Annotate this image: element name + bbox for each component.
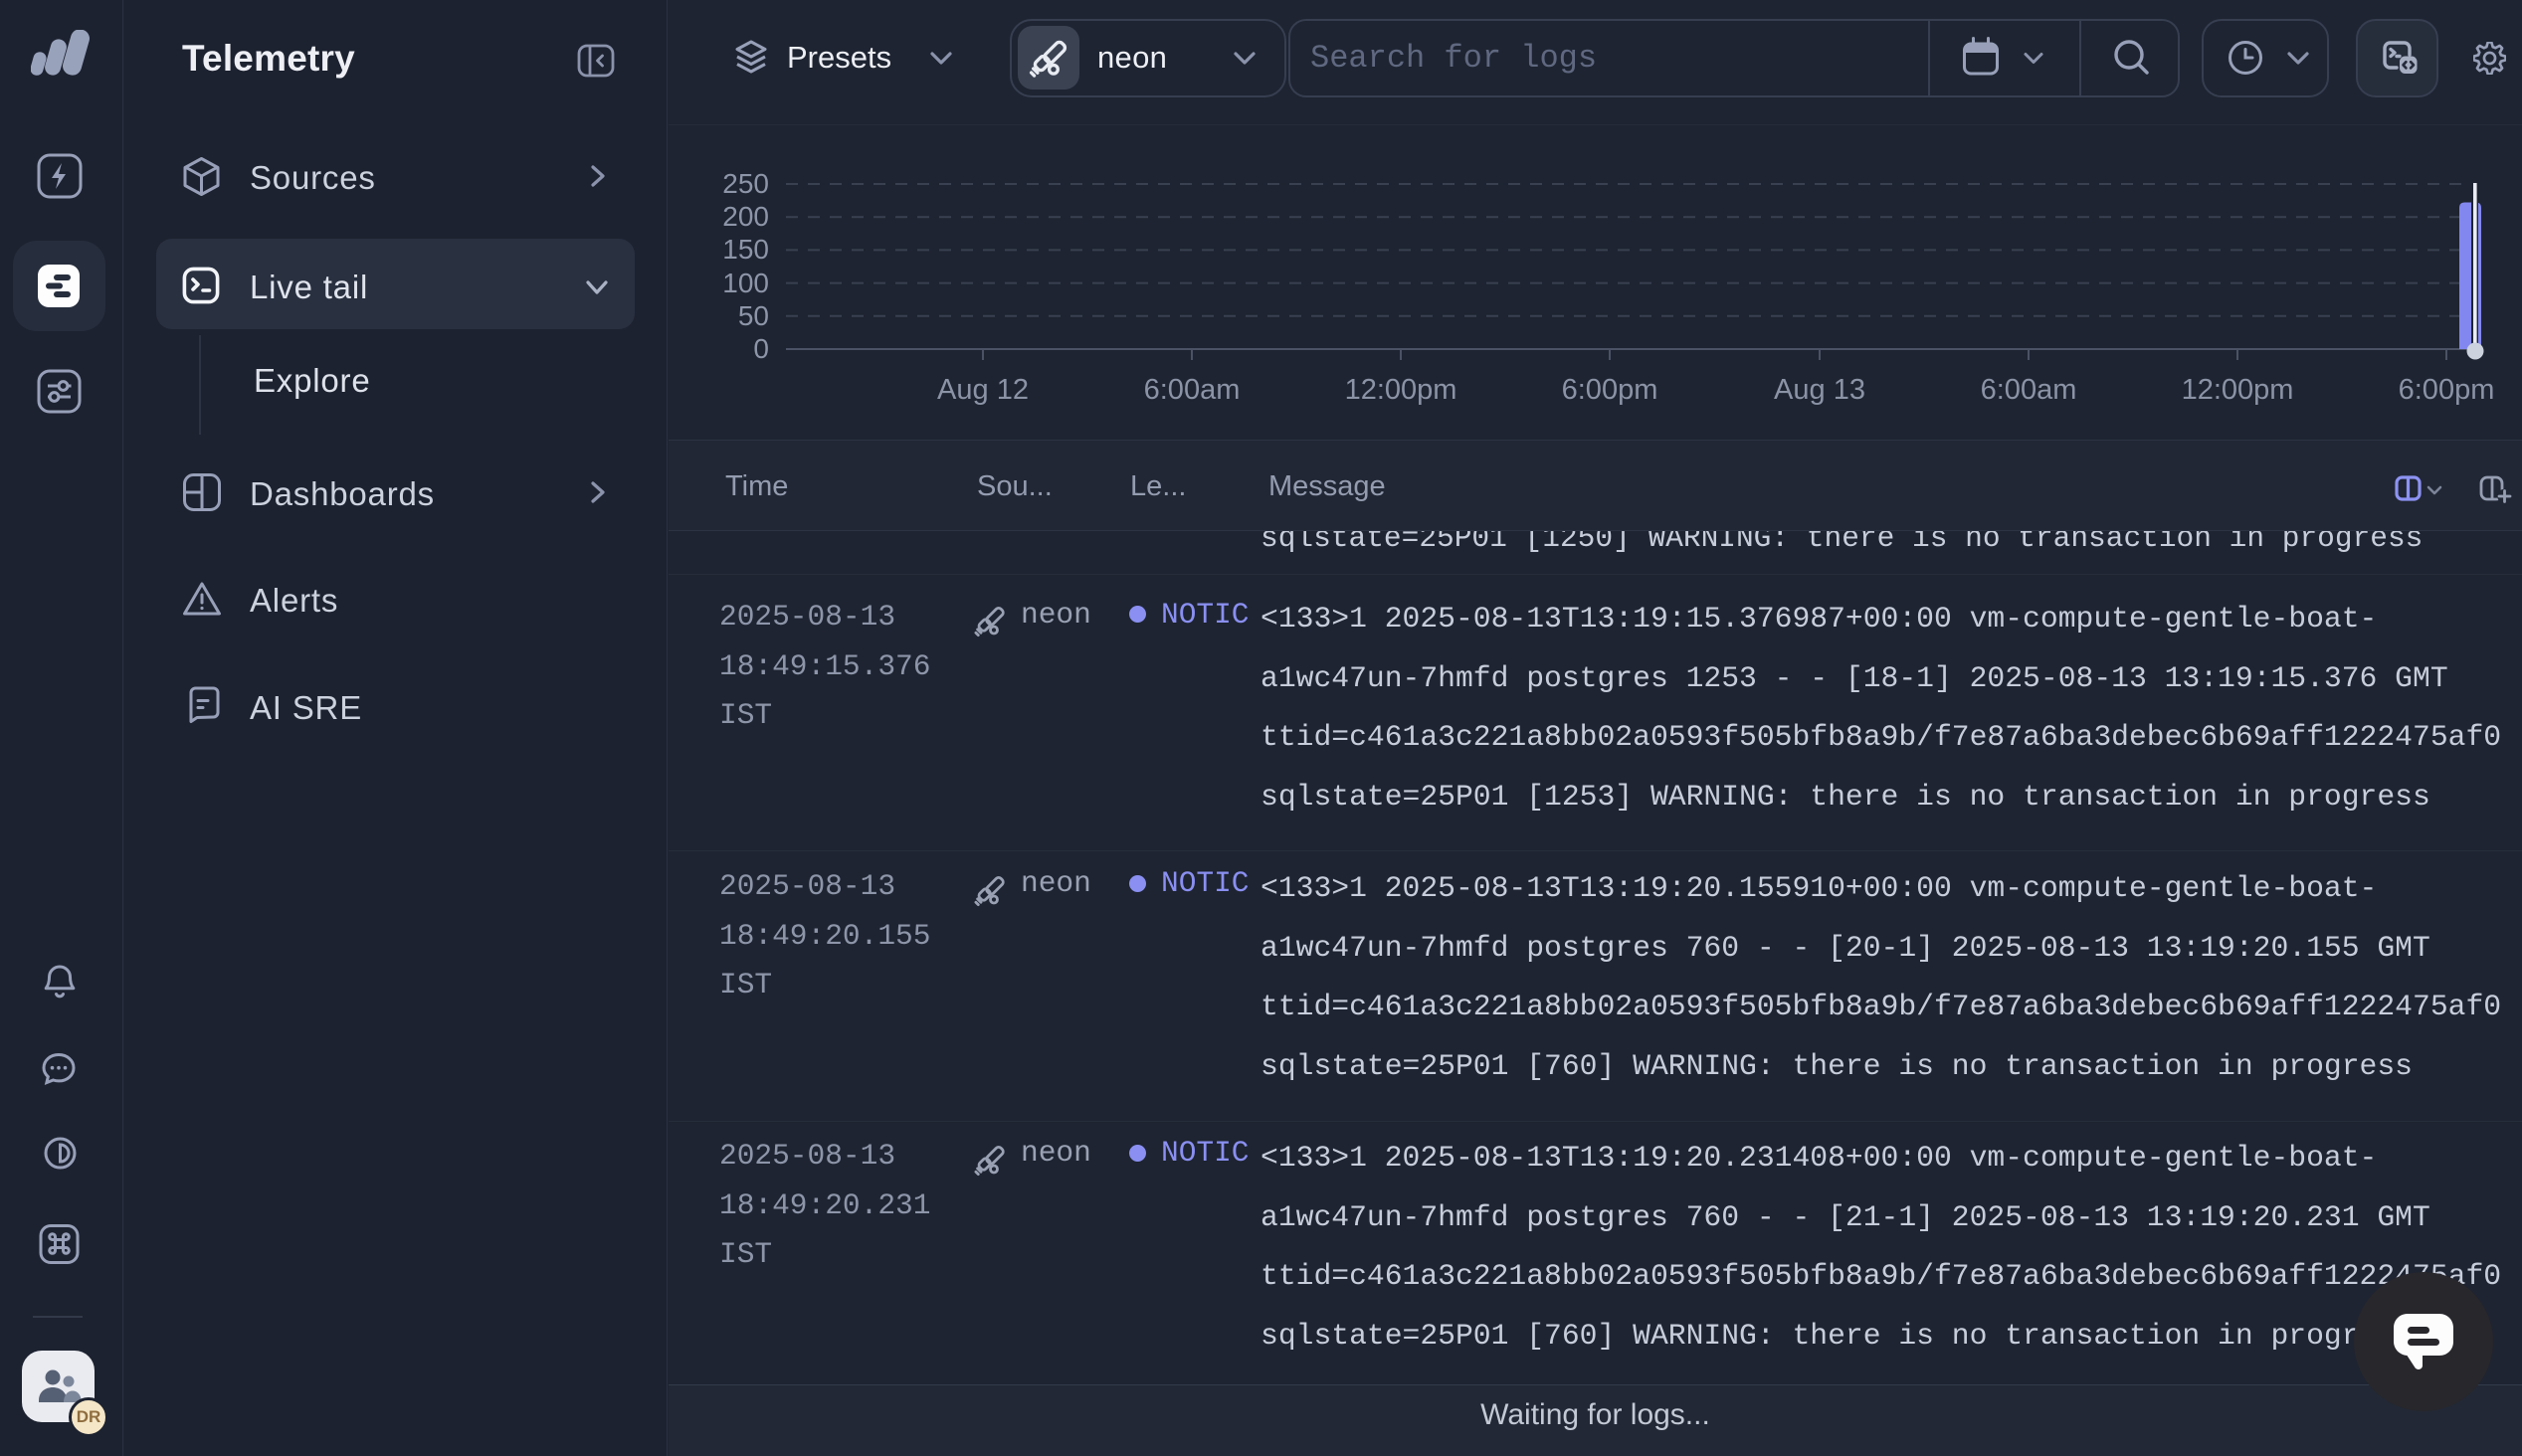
svg-text:50: 50 bbox=[738, 300, 769, 331]
svg-text:100: 100 bbox=[722, 268, 769, 298]
svg-text:250: 250 bbox=[722, 168, 769, 199]
svg-text:6:00am: 6:00am bbox=[1981, 374, 2077, 406]
svg-text:200: 200 bbox=[722, 201, 769, 232]
svg-text:0: 0 bbox=[753, 333, 769, 364]
svg-text:6:00am: 6:00am bbox=[1144, 374, 1241, 406]
svg-text:150: 150 bbox=[722, 234, 769, 265]
svg-text:Aug 12: Aug 12 bbox=[937, 374, 1029, 406]
svg-text:6:00pm: 6:00pm bbox=[2399, 374, 2495, 406]
svg-text:12:00pm: 12:00pm bbox=[2182, 374, 2294, 406]
svg-text:6:00pm: 6:00pm bbox=[1562, 374, 1658, 406]
svg-text:12:00pm: 12:00pm bbox=[1345, 374, 1457, 406]
svg-text:Aug 13: Aug 13 bbox=[1774, 374, 1865, 406]
